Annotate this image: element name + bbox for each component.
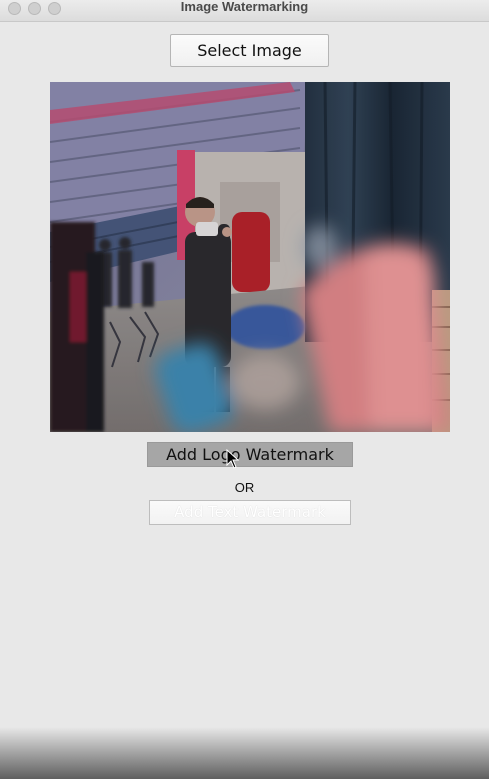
- mouse-pointer-icon: [226, 449, 240, 469]
- window-title: Image Watermarking: [180, 0, 309, 14]
- select-image-button[interactable]: Select Image: [170, 34, 329, 67]
- or-separator-label: OR: [234, 480, 255, 495]
- image-preview: [50, 82, 450, 432]
- window-titlebar: Image Watermarking: [0, 0, 489, 22]
- window-bottom-shadow: [0, 727, 489, 779]
- add-text-watermark-button[interactable]: Add Text Watermark: [149, 500, 351, 525]
- add-logo-watermark-button[interactable]: Add Logo Watermark: [147, 442, 353, 467]
